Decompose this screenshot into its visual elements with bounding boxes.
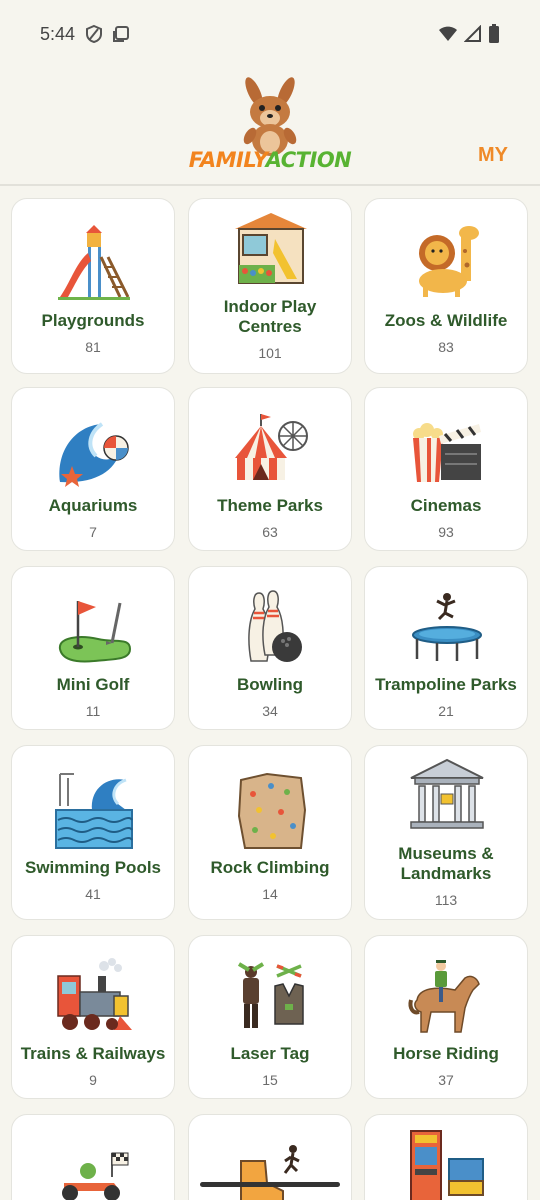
category-card-museums-landmarks[interactable]: Museums & Landmarks 113 (364, 745, 528, 920)
category-card-indoor-play-centres[interactable]: Indoor Play Centres 101 (188, 198, 352, 374)
category-card-aquariums[interactable]: Aquariums 7 (11, 387, 175, 551)
giraffe-lion-icon (419, 226, 479, 297)
category-count: 63 (262, 524, 278, 540)
slide-icon (58, 225, 130, 300)
category-count: 21 (438, 703, 454, 719)
app-header: FAMILYACTION MY (0, 68, 540, 186)
logo-word-family: FAMILY (188, 148, 266, 172)
home-indicator[interactable] (200, 1182, 340, 1187)
roller-skate-icon (240, 1145, 300, 1200)
pool-wave-icon (55, 773, 133, 849)
shield-icon (86, 24, 103, 44)
go-kart-icon (62, 1152, 129, 1200)
category-label: Zoos & Wildlife (384, 311, 508, 330)
category-label: Mini Golf (56, 675, 130, 694)
category-card-rock-climbing[interactable]: Rock Climbing 14 (188, 745, 352, 920)
category-card-laser-tag[interactable]: Laser Tag 15 (188, 935, 352, 1099)
logo-word-action: ACTION (265, 148, 352, 172)
my-account-link[interactable]: MY (478, 144, 508, 167)
category-card-trampoline-parks[interactable]: Trampoline Parks 21 (364, 566, 528, 730)
category-count: 14 (262, 886, 278, 902)
golf-flag-icon (58, 601, 132, 663)
category-count: 93 (438, 524, 454, 540)
steam-train-icon (57, 958, 132, 1030)
category-card-theme-parks[interactable]: Theme Parks 63 (188, 387, 352, 551)
category-count: 34 (262, 703, 278, 719)
category-label: Horse Riding (393, 1044, 499, 1063)
category-label: Playgrounds (41, 311, 145, 330)
playhouse-icon (235, 213, 307, 284)
category-count: 83 (438, 339, 454, 355)
horse-rider-icon (408, 960, 480, 1033)
category-card-zoos-wildlife[interactable]: Zoos & Wildlife 83 (364, 198, 528, 374)
category-label: Cinemas (410, 496, 482, 515)
trampoline-icon (412, 593, 482, 661)
category-label: Trampoline Parks (375, 675, 517, 694)
category-card-mini-golf[interactable]: Mini Golf 11 (11, 566, 175, 730)
status-bar: 5:44 (0, 0, 540, 68)
category-card-horse-riding[interactable]: Horse Riding 37 (364, 935, 528, 1099)
category-count: 101 (258, 345, 282, 361)
signal-icon (464, 25, 481, 42)
kangaroo-icon (243, 77, 297, 156)
category-count: 37 (438, 1072, 454, 1088)
category-card-bowling[interactable]: Bowling 34 (188, 566, 352, 730)
category-card-go-karts[interactable] (11, 1114, 175, 1200)
category-card-swimming-pools[interactable]: Swimming Pools 41 (11, 745, 175, 920)
category-label: Trains & Railways (20, 1044, 166, 1063)
laser-tag-icon (237, 962, 304, 1028)
popcorn-clapper-icon (413, 423, 481, 482)
category-card-cinemas[interactable]: Cinemas 93 (364, 387, 528, 551)
category-label: Laser Tag (230, 1044, 310, 1063)
category-count: 81 (85, 339, 101, 355)
arcade-machine-icon (410, 1130, 484, 1200)
battery-icon (489, 24, 499, 43)
category-count: 113 (434, 892, 458, 908)
category-label: Museums & Landmarks (398, 844, 494, 883)
wifi-icon (439, 26, 457, 41)
category-label: Bowling (236, 675, 304, 694)
category-label: Aquariums (48, 496, 138, 515)
bowling-pins-icon (248, 590, 302, 662)
category-count: 7 (89, 524, 97, 540)
category-count: 41 (85, 886, 101, 902)
category-label: Theme Parks (217, 496, 323, 515)
category-label: Swimming Pools (24, 858, 162, 877)
climbing-wall-icon (237, 772, 307, 849)
category-card-playgrounds[interactable]: Playgrounds 81 (11, 198, 175, 374)
logo-text: FAMILYACTION (180, 148, 360, 172)
category-label: Rock Climbing (210, 858, 330, 877)
category-card-trains-railways[interactable]: Trains & Railways 9 (11, 935, 175, 1099)
category-card-arcades[interactable] (364, 1114, 528, 1200)
screen-record-icon (113, 26, 130, 42)
category-label: Indoor Play Centres (223, 297, 317, 336)
category-count: 15 (262, 1072, 278, 1088)
category-count: 9 (89, 1072, 97, 1088)
category-count: 11 (85, 703, 101, 719)
wave-ball-icon (59, 422, 129, 487)
status-time: 5:44 (40, 23, 76, 44)
category-card-roller-skating[interactable] (188, 1114, 352, 1200)
museum-building-icon (410, 758, 484, 829)
circus-tent-icon (235, 414, 308, 480)
family-action-logo[interactable]: FAMILYACTION (180, 76, 360, 184)
